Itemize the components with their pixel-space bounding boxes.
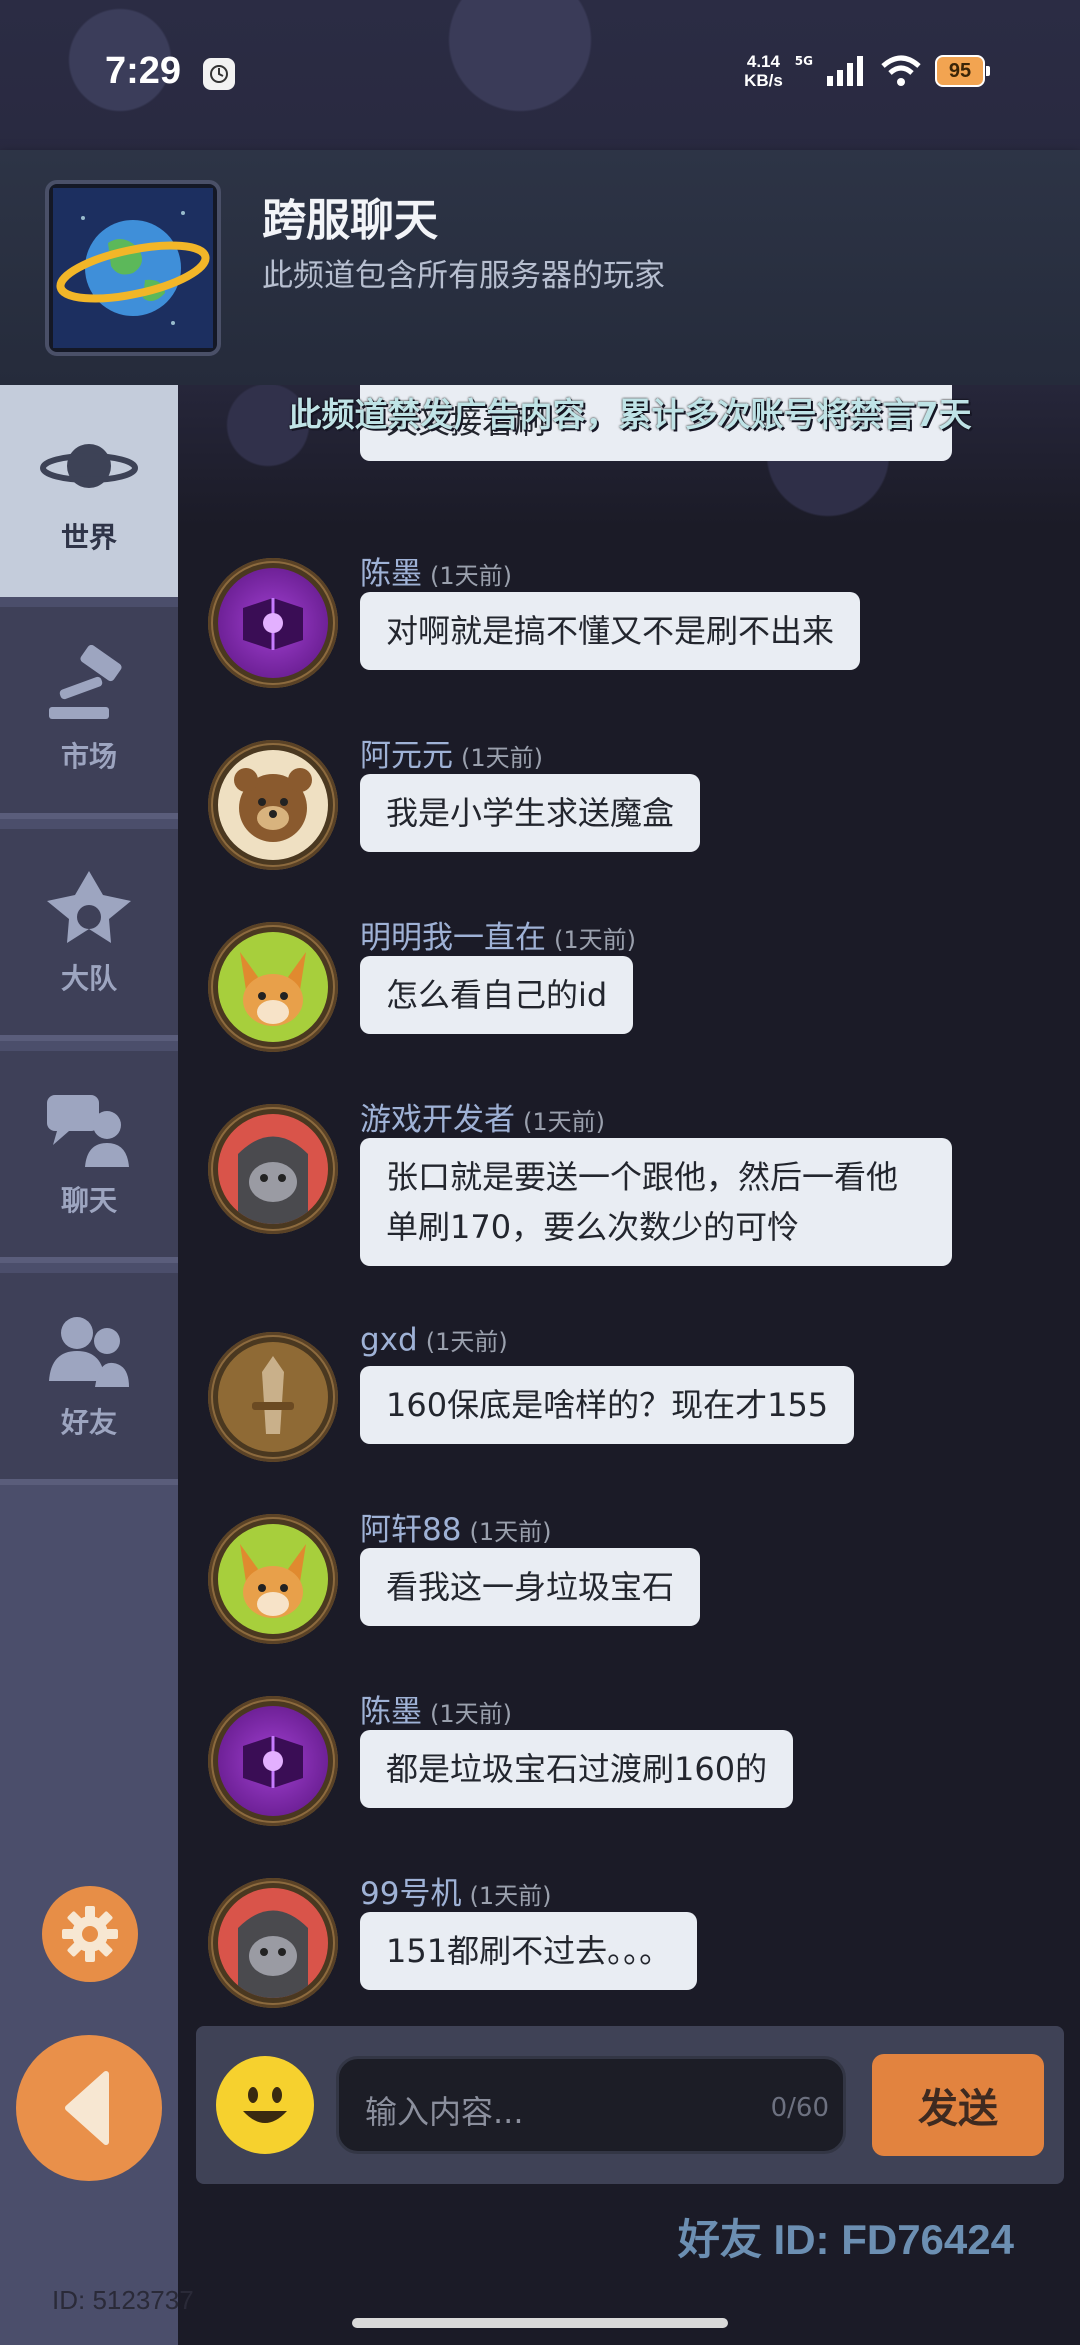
tab-label: 聊天: [60, 1184, 117, 1217]
channel-notice: 此频道禁发广告内容，累计多次账号将禁言7天: [288, 395, 972, 434]
sender-name-text: 阿元元: [360, 738, 453, 774]
tab-chat[interactable]: 聊天: [0, 1051, 178, 1263]
notification-app-icon: [203, 58, 235, 90]
team-emblem-icon: [47, 871, 131, 943]
sender-name-text: 陈墨: [360, 556, 422, 592]
sender-name-text: 阿轩88: [360, 1512, 462, 1548]
wifi-icon: [881, 55, 921, 86]
message-time: (1天前): [461, 744, 543, 772]
gavel-icon: [49, 645, 122, 719]
network-speed-unit: KB/s: [744, 71, 783, 90]
globe-icon: [45, 180, 221, 356]
sender-name-text: gxd: [360, 1322, 418, 1358]
network-type: 5G: [794, 54, 813, 68]
tab-label: 好友: [60, 1406, 117, 1439]
back-button[interactable]: [16, 2035, 162, 2181]
friends-icon: [49, 1317, 129, 1387]
battery-indicator: 95: [935, 55, 990, 87]
sender-name-text: 99号机: [360, 1876, 462, 1912]
avatar[interactable]: [208, 1332, 338, 1462]
home-indicator[interactable]: [352, 2318, 728, 2328]
channel-header: 跨服聊天 此频道包含所有服务器的玩家: [0, 150, 1080, 385]
tab-label: 市场: [60, 740, 117, 773]
message-time: (1天前): [430, 562, 512, 590]
tab-team[interactable]: 大队: [0, 829, 178, 1041]
message-time: (1天前): [425, 1328, 508, 1356]
network-speed: 4.14 KB/s: [744, 52, 783, 90]
message-bubble: 160保底是啥样的？现在才155: [360, 1366, 855, 1444]
settings-button[interactable]: [42, 1886, 138, 1982]
message-input[interactable]: 输入内容... 0/60: [336, 2056, 846, 2154]
input-placeholder: 输入内容...: [365, 2093, 524, 2131]
friend-id-label: 好友 ID: FD76424: [677, 2216, 1014, 2263]
status-indicators: 4.14 KB/s 5G 95: [744, 52, 990, 90]
sender-name[interactable]: 99号机 (1天前): [360, 1868, 551, 1913]
message-bubble: 我是小学生求送魔盒: [360, 774, 701, 852]
avatar[interactable]: [208, 1696, 338, 1826]
character-counter: 0/60: [770, 2093, 829, 2123]
emoji-button[interactable]: [216, 2056, 314, 2154]
channel-title: 跨服聊天: [262, 195, 438, 246]
message-input-panel: 输入内容... 0/60 发送: [196, 2026, 1064, 2184]
status-bar: 7:29 4.14 KB/s 5G 95: [0, 0, 1080, 150]
sender-name[interactable]: 游戏开发者 (1天前): [360, 1094, 605, 1139]
message-bubble: 对啊就是搞不懂又不是刷不出来: [360, 592, 861, 670]
smiley-icon: [243, 2087, 287, 2123]
message-bubble: 张口就是要送一个跟他，然后一看他单刷170，要么次数少的可怜: [360, 1138, 952, 1266]
message-time: (1天前): [469, 1882, 552, 1910]
sender-name[interactable]: 明明我一直在 (1天前): [360, 912, 636, 957]
message-bubble: 怎么看自己的id: [360, 956, 634, 1034]
back-arrow-icon: [65, 2071, 109, 2145]
avatar[interactable]: [208, 922, 338, 1052]
network-speed-value: 4.14: [746, 52, 780, 71]
sender-name[interactable]: gxd (1天前): [360, 1322, 508, 1358]
avatar[interactable]: [208, 740, 338, 870]
gear-icon: [62, 1906, 118, 1962]
tab-friends[interactable]: 好友: [0, 1273, 178, 1485]
sender-name[interactable]: 阿元元 (1天前): [360, 730, 543, 775]
sender-name-text: 陈墨: [360, 1694, 422, 1730]
message-bubble: 看我这一身垃圾宝石: [360, 1548, 701, 1626]
message-bubble: 151都刷不过去。。。: [360, 1912, 698, 1990]
sender-name-text: 游戏开发者: [360, 1102, 515, 1138]
planet-icon: [40, 444, 138, 488]
tab-label: 大队: [60, 962, 117, 995]
chat-icon: [47, 1095, 129, 1167]
message-bubble: 都是垃圾宝石过渡刷160的: [360, 1730, 794, 1808]
channel-subtitle: 此频道包含所有服务器的玩家: [262, 258, 665, 294]
send-button[interactable]: 发送: [872, 2054, 1044, 2156]
message-time: (1天前): [469, 1518, 552, 1546]
tab-world[interactable]: 世界: [0, 385, 178, 597]
sender-name[interactable]: 陈墨 (1天前): [360, 1686, 512, 1731]
user-id-label: ID: 5123737: [52, 2285, 194, 2315]
avatar[interactable]: [208, 1104, 338, 1234]
message-time: (1天前): [523, 1108, 605, 1136]
tab-market[interactable]: 市场: [0, 607, 178, 819]
signal-icon: [827, 56, 863, 86]
status-time: 7:29: [105, 50, 182, 92]
tab-label: 世界: [60, 521, 117, 554]
message-time: (1天前): [554, 926, 636, 954]
avatar[interactable]: [208, 1514, 338, 1644]
sender-name-text: 明明我一直在: [360, 920, 546, 956]
chat-message-list[interactable]: 天又接着刷 陈墨 (1天前) 对啊就是搞不懂又不是刷不出来 阿元元 (1天前) 我是…: [178, 385, 1080, 2010]
sender-name[interactable]: 阿轩88 (1天前): [360, 1504, 551, 1549]
message-time: (1天前): [430, 1700, 512, 1728]
avatar[interactable]: [208, 1878, 338, 2008]
sender-name[interactable]: 陈墨 (1天前): [360, 548, 512, 593]
avatar[interactable]: [208, 558, 338, 688]
